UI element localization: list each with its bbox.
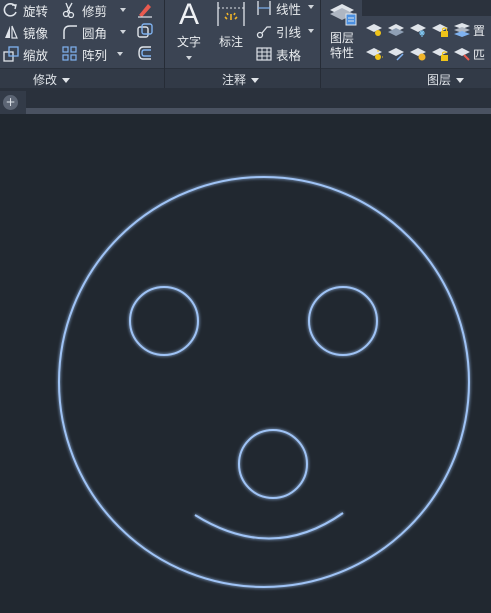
mirror-button[interactable]: 镜像 [3,22,48,42]
layer-properties-button[interactable]: 图层 特性 [322,0,362,61]
leader-dropdown-arrow[interactable] [308,29,314,33]
right-eye-circle[interactable] [308,286,378,356]
scale-button[interactable]: 缩放 [3,44,48,64]
array-button[interactable]: 阵列 [62,44,107,64]
layer-match-icon[interactable] [453,46,471,62]
leader-button[interactable]: 引线 [256,21,301,41]
annotation-panel-title[interactable]: 注释 [222,71,260,88]
trim-dropdown-arrow[interactable] [120,8,126,12]
layer-off-icon[interactable] [365,22,383,38]
fillet-button[interactable]: 圆角 [62,22,107,42]
layer-lock-icon[interactable] [431,22,449,38]
linear-dropdown-arrow[interactable] [308,5,314,9]
erase-icon[interactable] [136,1,154,19]
drawing-canvas[interactable] [0,115,491,613]
file-tab-bar [0,88,491,114]
leader-icon [256,26,271,39]
layer-current-icon[interactable] [453,22,471,38]
chevron-down-icon [456,78,465,83]
layer-freeze-icon[interactable] [409,22,427,38]
layer-isolate-icon[interactable] [387,22,405,38]
layer-dropdown[interactable] [362,0,491,16]
scissors-icon [62,2,75,18]
layer-thaw-icon[interactable] [409,46,427,62]
ribbon: 旋转 镜像 缩放 修剪 圆角 阵列 修改 A 文字 标注 线性 引线 表格 注释… [0,0,491,88]
trim-button[interactable]: 修剪 [62,0,107,20]
linear-dimension-icon [257,1,271,15]
face-circle[interactable] [58,176,470,588]
table-button[interactable]: 表格 [256,44,301,64]
layer-on-icon[interactable] [365,46,383,62]
smile-arc[interactable] [194,512,344,540]
layer-set-current-label[interactable]: 置 [473,22,485,39]
linear-dimension-button[interactable]: 线性 [256,0,301,18]
text-button[interactable]: A 文字 [170,0,208,60]
dimension-icon [217,2,245,26]
table-icon [256,47,272,61]
fillet-dropdown-arrow[interactable] [120,30,126,34]
array-icon [62,46,77,61]
layers-panel-footer[interactable] [321,68,491,88]
dimension-button[interactable]: 标注 [211,0,251,50]
left-eye-circle[interactable] [129,286,199,356]
layer-unisolate-icon[interactable] [387,46,405,62]
array-dropdown-arrow[interactable] [117,52,123,56]
new-tab-button[interactable]: + [3,95,18,110]
text-dropdown-arrow[interactable] [186,56,192,60]
layers-panel-title[interactable]: 图层 [427,71,465,88]
text-letter-icon: A [178,0,199,31]
scale-icon [3,46,19,62]
mouth-circle[interactable] [238,429,308,499]
drawing-svg[interactable] [0,115,491,613]
rotate-icon [3,3,17,17]
layer-unlock-icon[interactable] [431,46,449,62]
chevron-down-icon [251,78,260,83]
tab-bar-strip [0,108,491,114]
copy-icon[interactable] [136,22,154,40]
chevron-down-icon [62,78,71,83]
modify-panel-title[interactable]: 修改 [33,71,71,88]
layer-properties-icon [330,4,357,26]
rotate-button[interactable]: 旋转 [3,0,48,20]
offset-icon[interactable] [136,44,154,62]
modify-panel-footer[interactable] [0,68,164,88]
mirror-icon [5,25,18,39]
layer-match-label[interactable]: 匹 [473,46,485,63]
fillet-icon [63,25,77,39]
